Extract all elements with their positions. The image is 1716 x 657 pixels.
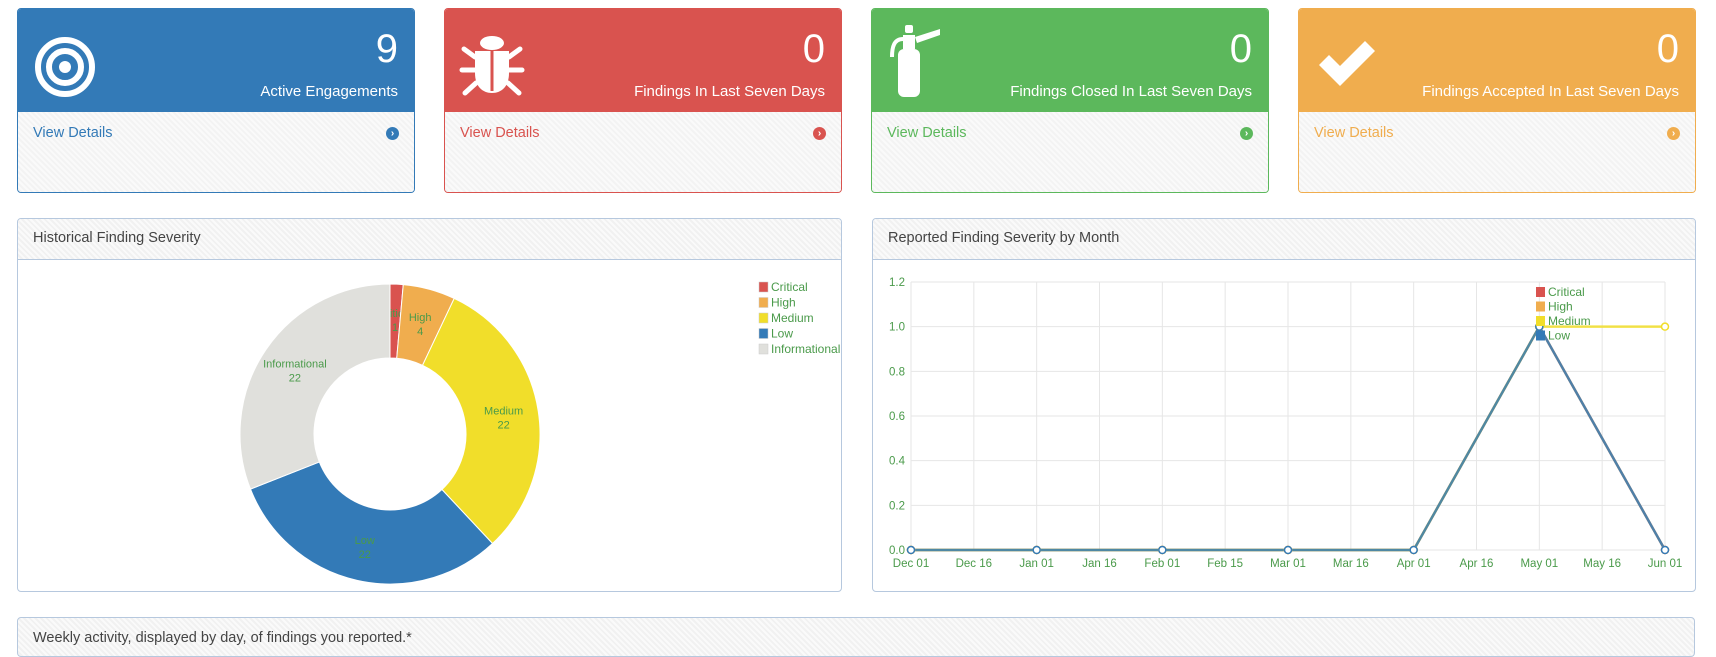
data-point-low	[1660, 545, 1670, 555]
legend-label-low: Low	[1548, 329, 1570, 343]
x-tick-label: Feb 01	[1144, 558, 1180, 570]
x-tick-label: Mar 01	[1270, 558, 1306, 570]
data-point-low	[1283, 545, 1293, 555]
arrow-circle-right-icon[interactable]: ›	[1667, 127, 1680, 140]
card-footer[interactable]: View Details ›	[18, 112, 414, 192]
x-tick-label: Jun 01	[1648, 558, 1683, 570]
card-label: Findings Accepted In Last Seven Days	[1422, 83, 1679, 100]
slice-label: Informational	[263, 358, 327, 370]
donut-slice-informational	[239, 283, 391, 490]
panel-title: Historical Finding Severity	[18, 219, 841, 260]
legend-label-informational: Informational	[771, 342, 840, 356]
severity-line-chart: Dec 01 Dec 16 Jan 01 Jan 16 Feb 01 Feb 15 Mar …	[889, 277, 1683, 570]
x-tick-label: Jan 01	[1019, 558, 1054, 570]
legend-label-low: Low	[771, 327, 793, 341]
x-tick-label: Apr 16	[1460, 558, 1494, 570]
x-tick-label: May 16	[1583, 558, 1621, 570]
card-footer[interactable]: View Details ›	[445, 112, 841, 192]
card-label: Findings In Last Seven Days	[634, 83, 825, 100]
card-count: 9	[375, 27, 398, 71]
x-tick-label: Jan 16	[1082, 558, 1117, 570]
x-tick-label: May 01	[1520, 558, 1558, 570]
card-count: 0	[1656, 27, 1679, 71]
x-tick-label: Dec 16	[956, 558, 992, 570]
bug-icon	[459, 36, 525, 96]
card-header: 0 Findings Accepted In Last Seven Days	[1299, 9, 1695, 112]
y-tick-label: 0.2	[889, 500, 905, 512]
legend-swatch-critical	[758, 281, 769, 293]
y-tick-label: 0.4	[889, 456, 906, 468]
slice-label: High	[409, 312, 432, 324]
arrow-circle-right-icon[interactable]: ›	[1240, 127, 1253, 140]
target-icon	[35, 37, 95, 97]
card-header: 0 Findings Closed In Last Seven Days	[872, 9, 1268, 112]
slice-label: Low	[355, 535, 375, 547]
slice-value: 1	[392, 322, 398, 334]
card-active-engagements: 9 Active Engagements View Details ›	[17, 8, 415, 193]
data-point-low	[906, 545, 916, 555]
data-point-medium	[1660, 322, 1670, 331]
y-tick-label: 0.0	[889, 545, 905, 557]
weekly-activity-panel-title: Weekly activity, displayed by day, of fi…	[17, 617, 1695, 657]
fire-extinguisher-icon	[890, 25, 940, 97]
x-tick-label: Mar 16	[1333, 558, 1369, 570]
arrow-circle-right-icon[interactable]: ›	[386, 127, 399, 140]
legend-swatch-informational	[758, 343, 769, 355]
data-point-low	[1158, 545, 1167, 555]
legend-swatch-critical	[1536, 287, 1545, 297]
y-tick-label: 1.2	[889, 277, 905, 289]
x-tick-label: Apr 01	[1397, 558, 1431, 570]
view-details-link[interactable]: View Details	[1314, 125, 1394, 141]
y-tick-label: 1.0	[889, 322, 905, 334]
legend-label-high: High	[1548, 300, 1573, 314]
slice-value: 22	[359, 549, 371, 561]
card-findings-accepted: 0 Findings Accepted In Last Seven Days V…	[1298, 8, 1696, 193]
legend-swatch-low	[1536, 330, 1545, 341]
y-tick-label: 0.6	[889, 411, 905, 423]
y-tick-label: 0.8	[889, 366, 905, 378]
x-tick-label: Dec 01	[893, 558, 929, 570]
arrow-circle-right-icon[interactable]: ›	[813, 127, 826, 140]
legend-swatch-low	[758, 328, 769, 339]
legend-label-critical: Critical	[771, 280, 808, 294]
severity-donut-chart: Critical 1 High 4 Medium 22 Low 22 Informational…	[239, 280, 840, 585]
panel-title: Reported Finding Severity by Month	[873, 219, 1695, 260]
legend-label-medium: Medium	[771, 311, 814, 325]
slice-value: 4	[417, 326, 423, 338]
card-footer[interactable]: View Details ›	[872, 112, 1268, 192]
x-tick-label: Feb 15	[1207, 558, 1243, 570]
card-count: 0	[1229, 27, 1252, 71]
card-header: 9 Active Engagements	[18, 9, 414, 112]
card-footer[interactable]: View Details ›	[1299, 112, 1695, 192]
card-count: 0	[802, 27, 825, 71]
historical-severity-panel: Historical Finding Severity Critical 1 Hig…	[17, 218, 842, 592]
view-details-link[interactable]: View Details	[887, 125, 967, 141]
legend-label-high: High	[771, 296, 796, 310]
legend-swatch-medium	[758, 312, 769, 324]
legend-label-medium: Medium	[1548, 314, 1591, 328]
card-label: Active Engagements	[260, 83, 398, 100]
legend-label-critical: Critical	[1548, 285, 1585, 299]
legend-swatch-high	[1536, 301, 1545, 312]
card-label: Findings Closed In Last Seven Days	[1010, 83, 1252, 100]
data-point-low	[1409, 545, 1418, 555]
card-header: 0 Findings In Last Seven Days	[445, 9, 841, 112]
data-point-low	[1032, 545, 1041, 555]
card-findings-seven-days: 0 Findings In Last Seven Days View Detai…	[444, 8, 842, 193]
card-findings-closed: 0 Findings Closed In Last Seven Days Vie…	[871, 8, 1269, 193]
legend-swatch-medium	[1536, 316, 1545, 326]
legend-swatch-high	[758, 297, 769, 308]
slice-value: 22	[289, 372, 301, 384]
slice-label: Medium	[484, 405, 523, 417]
check-icon	[1319, 41, 1375, 86]
view-details-link[interactable]: View Details	[33, 125, 113, 141]
slice-value: 22	[497, 419, 509, 431]
view-details-link[interactable]: View Details	[460, 125, 540, 141]
monthly-severity-panel: Reported Finding Severity by Month Dec 0…	[872, 218, 1696, 592]
